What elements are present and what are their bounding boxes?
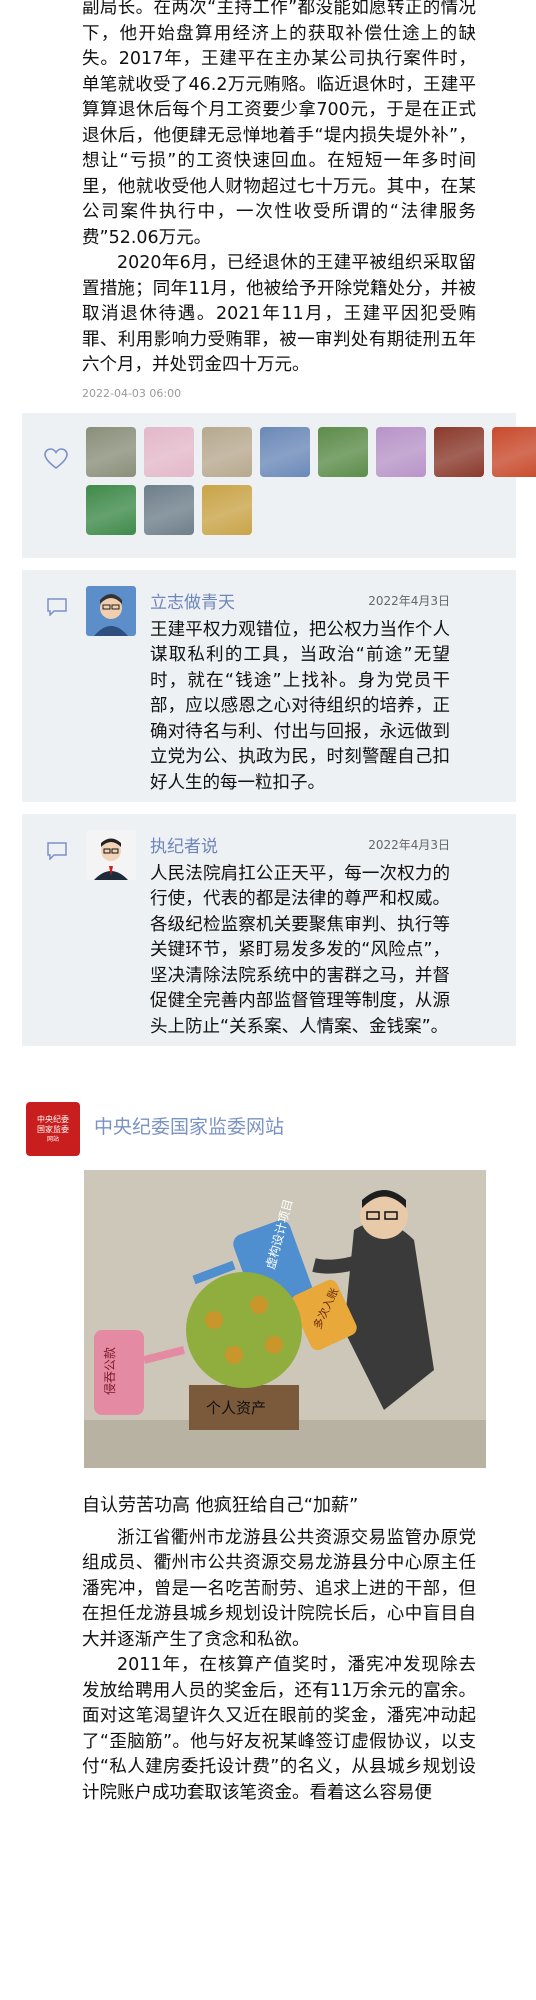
liker-avatar[interactable] [144,484,194,535]
comment-icon[interactable] [46,597,68,617]
avatar[interactable] [86,585,136,636]
section-subhead: 自认劳苦功高 他疯狂给自己“加薪” [82,1494,359,1516]
cartoon-label: 侵吞公款 [102,1346,117,1394]
logo-line: 国家监委 [37,1124,69,1134]
comment-text: 人民法院肩扛公正天平，每一次权力的行使，代表的都是法律的尊严和权威。各级纪检监察… [150,863,450,1037]
comment-card: 立志做青天 2022年4月3日 王建平权力观错位，把公权力当作个人谋取私利的工具… [22,569,516,802]
liker-avatar[interactable] [318,426,368,477]
comment-text: 王建平权力观错位，把公权力当作个人谋取私利的工具，当政治“前途”无望时，就在“钱… [150,619,450,793]
commenter-name[interactable]: 执纪者说 [150,832,218,857]
article-body: 浙江省衢州市龙游县公共资源交易监管办原党组成员、衢州市公共资源交易龙游县分中心原… [0,1526,536,1807]
publish-timestamp: 2022-04-03 06:00 [82,386,182,400]
liker-avatar[interactable] [202,484,252,535]
liker-avatar[interactable] [492,426,536,477]
article-paragraph: 2011年，在核算产值奖时，潘宪冲发现除去发放给聘用人员的奖金后，还有11万余元… [82,1655,476,1803]
article-paragraph: 副局长。在两次“主持工作”都没能如愿转正的情况下，他开始盘算用经济上的获取补偿仕… [82,0,476,248]
source-row: 中央纪委 国家监委 网站 中央纪委国家监委网站 [0,1100,536,1160]
comment-icon[interactable] [46,841,68,861]
source-logo[interactable]: 中央纪委 国家监委 网站 [26,1101,80,1156]
logo-line: 中央纪委 [37,1114,69,1124]
liker-avatar-grid [86,426,536,537]
commenter-name[interactable]: 立志做青天 [150,588,235,613]
logo-line: 网站 [46,1135,59,1143]
cartoon-label: 个人资产 [206,1399,266,1417]
liker-avatar[interactable] [376,426,426,477]
comment-card: 执纪者说 2022年4月3日 人民法院肩扛公正天平，每一次权力的行使，代表的都是… [22,813,516,1046]
likes-panel [22,412,536,558]
source-name[interactable]: 中央纪委国家监委网站 [94,1112,284,1139]
liker-avatar[interactable] [260,426,310,477]
cartoon-illustration: 虚构设计项目 多次入账 侵吞公款 个人资产 [84,1169,486,1468]
liker-avatar[interactable] [144,426,194,477]
article-body: 副局长。在两次“主持工作”都没能如愿转正的情况下，他开始盘算用经济上的获取补偿仕… [0,0,536,379]
heart-icon[interactable] [44,447,68,472]
liker-avatar[interactable] [434,426,484,477]
liker-avatar[interactable] [202,426,252,477]
avatar[interactable] [86,829,136,880]
liker-avatar[interactable] [86,484,136,535]
comment-date: 2022年4月3日 [368,593,450,608]
liker-avatar[interactable] [86,426,136,477]
article-paragraph: 浙江省衢州市龙游县公共资源交易监管办原党组成员、衢州市公共资源交易龙游县分中心原… [82,1527,476,1650]
article-paragraph: 2020年6月，已经退休的王建平被组织采取留置措施；同年11月，他被给予开除党籍… [82,253,476,375]
comment-date: 2022年4月3日 [368,837,450,852]
